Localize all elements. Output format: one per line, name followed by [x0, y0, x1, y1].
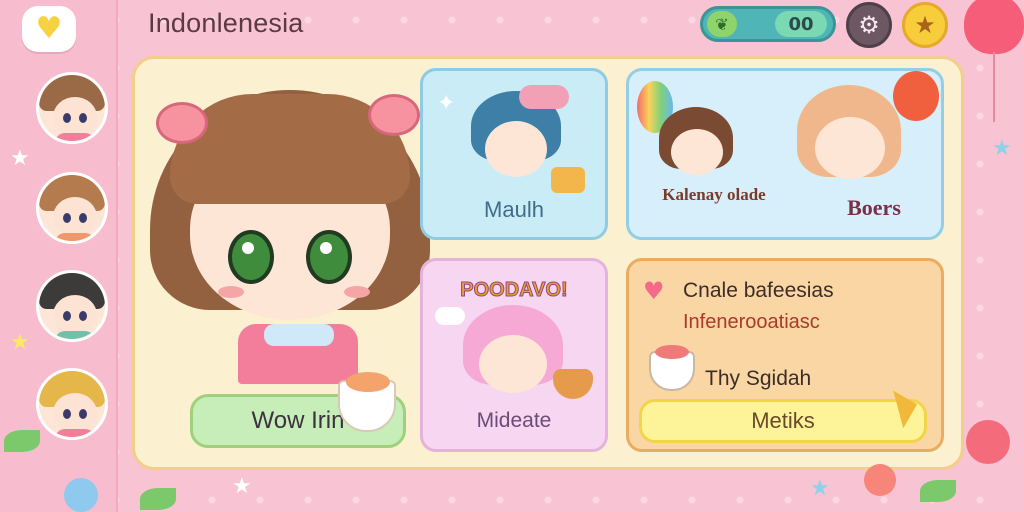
avatar-eye: [63, 311, 71, 321]
sidebar-avatar[interactable]: [36, 72, 108, 144]
cloud-icon: [435, 307, 465, 325]
hero-character[interactable]: [150, 80, 430, 400]
dessert-cup-icon: [649, 345, 695, 391]
character-card-party[interactable]: Kalenay olade Boers: [626, 68, 944, 240]
avatar-eye: [63, 113, 71, 123]
balloon-icon: [893, 71, 939, 121]
currency-count: 00: [775, 11, 827, 37]
avatar-face: [53, 393, 97, 433]
currency-counter[interactable]: ❦ 00: [700, 6, 836, 42]
sidebar-avatar[interactable]: [36, 270, 108, 342]
hero-collar: [264, 324, 334, 346]
star-decoration-icon: ★: [10, 146, 30, 171]
hero-eye: [228, 230, 274, 284]
settings-icon: ⚙: [858, 11, 880, 39]
flower-icon: [966, 420, 1010, 464]
star-button[interactable]: ★: [902, 2, 948, 48]
food-bowl-icon: [338, 372, 396, 432]
card-label-a: Kalenay olade: [662, 185, 766, 204]
hero-blush: [218, 286, 244, 298]
heart-hairclip-icon: [156, 102, 208, 144]
avatar-eye: [79, 409, 87, 419]
leaf-decoration-icon: [920, 480, 956, 502]
card-label-b: Boers: [847, 195, 901, 220]
star-decoration-icon: ★: [10, 330, 30, 355]
avatar-face: [53, 197, 97, 237]
leaf-decoration-icon: [4, 430, 40, 452]
sparkle-icon: ✦: [437, 91, 456, 116]
star-decoration-icon: ★: [810, 476, 830, 501]
avatar-face: [53, 295, 97, 335]
cake-icon: [551, 167, 585, 193]
heart-badge[interactable]: ♥: [22, 6, 76, 52]
heart-hairclip-icon: [368, 94, 420, 136]
card-top-label: POODAVO!: [460, 279, 568, 302]
leaf-decoration-icon: [140, 488, 176, 510]
avatar-face: [53, 97, 97, 137]
character-face: [485, 121, 547, 177]
star-decoration-icon: ★: [232, 474, 252, 499]
character-card-maulh[interactable]: ✦ Maulh: [420, 68, 608, 240]
avatar-eye: [63, 409, 71, 419]
hero-eye: [306, 230, 352, 284]
character-face: [815, 117, 885, 179]
info-item: Thy Sgidah: [705, 367, 812, 390]
avatar-eye: [79, 213, 87, 223]
balloon-string: [993, 52, 995, 122]
hat-icon: [519, 85, 569, 109]
heart-icon: ♥: [35, 11, 63, 46]
star-decoration-icon: ★: [992, 136, 1012, 161]
sidebar-avatar[interactable]: [36, 368, 108, 440]
flower-icon: [64, 478, 98, 512]
info-subtitle: Infenerooatiasc: [683, 311, 820, 333]
heart-icon: ♥: [643, 277, 665, 305]
hero-blush: [344, 286, 370, 298]
character-face: [671, 129, 723, 175]
balloon-decoration: [964, 0, 1024, 54]
settings-button[interactable]: ⚙: [846, 2, 892, 48]
card-label: Mideate: [476, 409, 552, 432]
avatar-eye: [79, 113, 87, 123]
pie-icon: [553, 369, 593, 399]
avatar-eye: [63, 213, 71, 223]
character-card-pink[interactable]: POODAVO! Mideate: [420, 258, 608, 452]
sidebar-avatar[interactable]: [36, 172, 108, 244]
info-title: Cnale bafeesias: [683, 279, 834, 302]
card-label: Maulh: [484, 197, 544, 222]
character-face: [479, 335, 547, 393]
flower-icon: [864, 464, 896, 496]
star-icon: ★: [914, 11, 936, 39]
avatar-eye: [79, 311, 87, 321]
leaf-icon: ❦: [707, 11, 737, 37]
page-title: Indonlenesia: [148, 8, 304, 38]
